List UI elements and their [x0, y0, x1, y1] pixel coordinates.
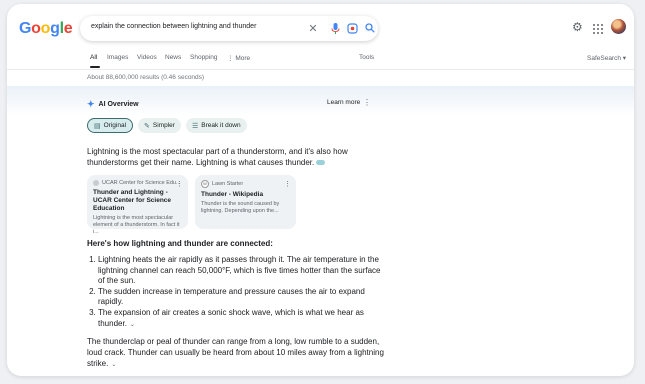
- list-item: The sudden increase in temperature and p…: [98, 287, 388, 308]
- gear-icon[interactable]: ⚙: [572, 20, 583, 34]
- tab-shopping[interactable]: Shopping: [190, 54, 217, 61]
- source-site-label: UCAR Center for Science Edu...: [102, 180, 181, 186]
- search-bar[interactable]: explain the connection between lightning…: [80, 16, 378, 41]
- style-chips: ▤ Original ✎ Simpler ☰ Break it down: [87, 118, 247, 133]
- section-heading: Here's how lightning and thunder are con…: [87, 239, 273, 248]
- list-item: Lightning heats the air rapidly as it pa…: [98, 255, 388, 287]
- search-results-page: Google explain the connection between li…: [7, 4, 634, 376]
- chip-label: Simpler: [152, 122, 175, 129]
- list-item-text: The expansion of air creates a sonic sho…: [98, 307, 364, 328]
- more-options-icon[interactable]: ⋮: [176, 180, 183, 188]
- chevron-down-icon[interactable]: ⌄: [111, 362, 116, 368]
- source-card[interactable]: W Lawn Starter Thunder - Wikipedia Thunde…: [195, 175, 296, 229]
- ai-overview-outro: The thunderclap or peal of thunder can r…: [87, 336, 387, 371]
- chevron-down-icon[interactable]: ⌄: [130, 322, 135, 328]
- tools-button[interactable]: Tools: [359, 54, 374, 61]
- outro-text: The thunderclap or peal of thunder can r…: [87, 337, 384, 368]
- source-site-label: Lawn Starter: [212, 181, 244, 187]
- wand-icon: ✎: [144, 122, 150, 130]
- source-site: UCAR Center for Science Edu...: [93, 180, 182, 186]
- search-icon[interactable]: [364, 22, 376, 34]
- apps-grid-icon[interactable]: [593, 24, 603, 34]
- more-options-icon[interactable]: ⋮: [284, 180, 291, 188]
- source-title: Thunder and Lightning - UCAR Center for …: [93, 189, 172, 212]
- source-snippet: Thunder is the sound caused by lightning…: [201, 201, 280, 214]
- tab-more[interactable]: ⋮ More: [227, 54, 250, 62]
- tab-videos[interactable]: Videos: [137, 54, 157, 61]
- active-tab-indicator: [90, 66, 100, 68]
- microphone-icon[interactable]: [329, 22, 341, 34]
- learn-more-link[interactable]: Learn more: [327, 99, 360, 106]
- chevron-down-icon: ▾: [622, 55, 627, 62]
- chip-simpler[interactable]: ✎ Simpler: [138, 118, 181, 133]
- document-icon: ▤: [94, 122, 101, 130]
- ai-overview-header: ✦ AI Overview: [87, 99, 139, 110]
- link-citation-icon[interactable]: [316, 160, 326, 166]
- tab-all[interactable]: All: [90, 54, 97, 61]
- tab-images[interactable]: Images: [107, 54, 128, 61]
- results-stats: About 88,600,000 results (0.46 seconds): [87, 74, 205, 81]
- steps-list: Lightning heats the air rapidly as it pa…: [87, 255, 388, 330]
- search-input[interactable]: explain the connection between lightning…: [91, 23, 256, 30]
- google-logo[interactable]: Google: [19, 20, 73, 38]
- lens-icon[interactable]: [346, 22, 358, 34]
- source-site: W Lawn Starter: [201, 180, 290, 188]
- clear-icon[interactable]: ✕: [307, 22, 319, 35]
- ai-overview-intro: Lightning is the most spectacular part o…: [87, 146, 387, 168]
- list-item: The expansion of air creates a sonic sho…: [98, 308, 388, 330]
- source-snippet: Lightning is the most spectacular elemen…: [93, 215, 180, 235]
- safesearch-label: SafeSearch: [587, 55, 621, 62]
- chip-label: Original: [103, 122, 127, 129]
- intro-text: Lightning is the most spectacular part o…: [87, 147, 348, 167]
- tab-more-label: More: [235, 55, 251, 62]
- divider: [7, 69, 634, 70]
- chip-break-it-down[interactable]: ☰ Break it down: [185, 118, 247, 133]
- ai-overview-title: AI Overview: [98, 101, 139, 108]
- sparkle-icon: ✦: [87, 99, 95, 109]
- chip-original[interactable]: ▤ Original: [87, 118, 134, 133]
- more-options-icon[interactable]: ⋮: [363, 99, 371, 107]
- chip-label: Break it down: [201, 122, 241, 129]
- source-card[interactable]: UCAR Center for Science Edu... Thunder a…: [87, 175, 188, 235]
- favicon-icon: [93, 180, 99, 186]
- wikipedia-icon: W: [201, 180, 209, 188]
- avatar[interactable]: [611, 19, 626, 34]
- tab-news[interactable]: News: [165, 54, 181, 61]
- list-icon: ☰: [191, 122, 199, 130]
- safesearch-button[interactable]: SafeSearch ▾: [587, 54, 626, 62]
- source-title: Thunder - Wikipedia: [201, 191, 264, 198]
